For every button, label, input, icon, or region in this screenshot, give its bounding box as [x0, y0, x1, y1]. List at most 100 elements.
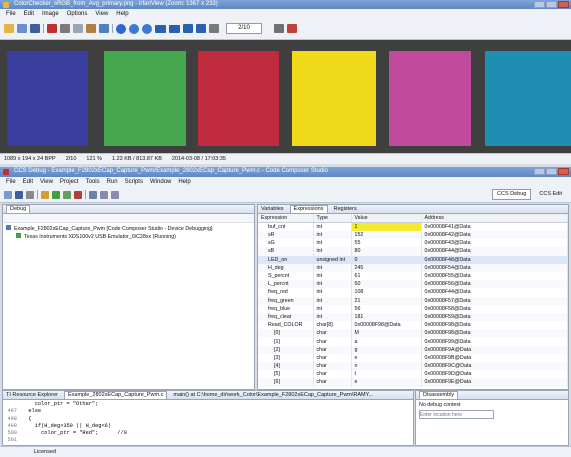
col-address[interactable]: Address: [421, 214, 568, 223]
table-row[interactable]: H_deg int 245 0x00008F54@Data: [258, 263, 568, 272]
info-icon[interactable]: [116, 23, 126, 34]
print-icon[interactable]: [209, 24, 219, 33]
delete-icon[interactable]: [47, 24, 57, 33]
exit-icon[interactable]: [287, 24, 297, 33]
perspective-ccs-debug[interactable]: CCS Debug: [492, 189, 532, 200]
expression-cell: [0]: [258, 329, 314, 338]
menu-file[interactable]: File: [6, 11, 16, 17]
table-row[interactable]: S_percnt int 61 0x00008F55@Data: [258, 271, 568, 281]
slideshow-icon[interactable]: [17, 24, 27, 33]
menu-edit[interactable]: Edit: [24, 11, 34, 17]
tab-disassembly[interactable]: Disassembly: [419, 391, 459, 399]
table-row[interactable]: buf_cnt int 1 0x00008F41@Data: [258, 222, 568, 231]
table-row[interactable]: [5] char t 0x00008F9D@Data: [258, 370, 568, 379]
tab-registers[interactable]: Registers: [334, 206, 357, 212]
menu-tools[interactable]: Tools: [86, 179, 100, 185]
menu-view[interactable]: View: [40, 179, 53, 185]
zoom-out-icon[interactable]: [142, 23, 152, 34]
table-row[interactable]: L_percnt int 50 0x00008F56@Data: [258, 280, 568, 289]
expression-cell: [5]: [258, 370, 314, 379]
col-type[interactable]: Type: [313, 214, 352, 223]
location-input[interactable]: [419, 410, 494, 419]
code-editor[interactable]: color_ptr = "Other"; 497 else 498 {499 if(…: [3, 400, 413, 445]
ccs-titlebar: CCS Debug - Example_F2802xECap_Capture_P…: [0, 167, 571, 177]
close-button[interactable]: [558, 1, 569, 8]
paste-icon[interactable]: [86, 24, 96, 33]
run-icon[interactable]: [63, 190, 71, 199]
address-cell: 0x00008F9C@Data: [421, 362, 568, 371]
tab-main-location[interactable]: main() at C:\home_dir\work_Color\Example…: [173, 392, 373, 398]
col-value[interactable]: Value: [351, 214, 422, 223]
settings-icon[interactable]: [274, 24, 284, 33]
menu-file[interactable]: File: [6, 179, 16, 185]
stop-icon[interactable]: [74, 190, 82, 199]
code-text: if(H_deg>350 || H_deg<6): [22, 422, 112, 429]
cut-icon[interactable]: [60, 24, 70, 33]
maximize-button[interactable]: [546, 168, 557, 175]
table-row[interactable]: [1] char a 0x00008F99@Data: [258, 337, 568, 346]
menu-help[interactable]: Help: [116, 11, 128, 17]
address-cell: 0x00008F55@Data: [421, 271, 568, 281]
close-button[interactable]: [558, 168, 569, 175]
emulator-item[interactable]: Texas Instruments XDS100v2 USB Emulator_…: [6, 233, 251, 241]
next-icon[interactable]: [169, 24, 180, 33]
zoom-in-icon[interactable]: [129, 23, 139, 34]
table-row[interactable]: [3] char e 0x00008F9B@Data: [258, 353, 568, 362]
menu-edit[interactable]: Edit: [23, 179, 33, 185]
save-icon[interactable]: [15, 190, 23, 199]
ccs-app-icon: [3, 169, 9, 175]
first-icon[interactable]: [183, 24, 193, 33]
table-row[interactable]: freq_clear int 181 0x00008F59@Data: [258, 312, 568, 322]
table-row[interactable]: sG int 55 0x00008F43@Data: [258, 239, 568, 248]
table-row[interactable]: LED_on unsigned int 0 0x00008F48@Data: [258, 255, 568, 264]
tab-variables[interactable]: Variables: [261, 206, 284, 212]
tab-debug[interactable]: Debug: [6, 205, 31, 213]
menu-view[interactable]: View: [95, 11, 108, 17]
minimize-button[interactable]: [534, 1, 545, 8]
minimize-button[interactable]: [534, 168, 545, 175]
table-row[interactable]: [6] char e 0x00008F9E@Data: [258, 378, 568, 387]
menu-options[interactable]: Options: [67, 11, 88, 17]
last-icon[interactable]: [196, 24, 206, 33]
menu-window[interactable]: Window: [150, 179, 171, 185]
table-row[interactable]: sR int 152 0x00008F42@Data: [258, 231, 568, 240]
forward-icon[interactable]: [111, 190, 119, 199]
value-cell: g: [351, 345, 422, 354]
expression-cell: sB: [258, 247, 314, 256]
address-cell: 0x00008F42@Data: [421, 231, 568, 240]
save-icon[interactable]: [30, 24, 40, 33]
new-icon[interactable]: [4, 190, 12, 199]
print-icon[interactable]: [26, 190, 34, 199]
undo-icon[interactable]: [99, 24, 109, 33]
maximize-button[interactable]: [546, 1, 557, 8]
build-icon[interactable]: [41, 190, 49, 199]
debug-icon[interactable]: [52, 190, 60, 199]
table-row[interactable]: [2] char g 0x00008F9A@Data: [258, 345, 568, 354]
menu-help[interactable]: Help: [178, 179, 190, 185]
col-expression[interactable]: Expression: [258, 214, 314, 223]
open-folder-icon[interactable]: [4, 24, 14, 33]
table-row[interactable]: [0] char M 0x00008F98@Data: [258, 329, 568, 338]
table-row[interactable]: freq_red int 108 0x00008F44@Data: [258, 288, 568, 297]
back-icon[interactable]: [100, 190, 108, 199]
table-row[interactable]: freq_green int 21 0x00008F57@Data: [258, 296, 568, 305]
value-cell: 108: [351, 288, 422, 297]
tab-source-file[interactable]: Example_2802xECap_Capture_Pwm.c: [63, 391, 168, 399]
previous-icon[interactable]: [155, 24, 166, 33]
tab-expressions[interactable]: Expressions: [289, 205, 328, 213]
search-icon[interactable]: [89, 190, 97, 199]
table-row[interactable]: sB int 80 0x00008F44@Data: [258, 247, 568, 256]
table-row[interactable]: Read_COLOR char[8] 0x00008F98@Data 0x00008F…: [258, 321, 568, 330]
table-row[interactable]: freq_blue int 56 0x00008F58@Data: [258, 304, 568, 313]
table-row[interactable]: [4] char n 0x00008F9C@Data: [258, 362, 568, 371]
color-swatch: [389, 51, 471, 146]
menu-scripts[interactable]: Scripts: [125, 179, 143, 185]
perspective-ccs-edit[interactable]: CCS Edit: [534, 189, 567, 200]
value-cell: 152: [351, 231, 422, 240]
copy-icon[interactable]: [73, 24, 83, 33]
menu-image[interactable]: Image: [42, 11, 59, 17]
debug-session-item[interactable]: Example_F2802xECap_Capture_Pwm [Code Com…: [6, 225, 251, 233]
tab-resource-explorer[interactable]: TI Resource Explorer: [6, 392, 58, 398]
menu-run[interactable]: Run: [107, 179, 118, 185]
menu-project[interactable]: Project: [60, 179, 79, 185]
